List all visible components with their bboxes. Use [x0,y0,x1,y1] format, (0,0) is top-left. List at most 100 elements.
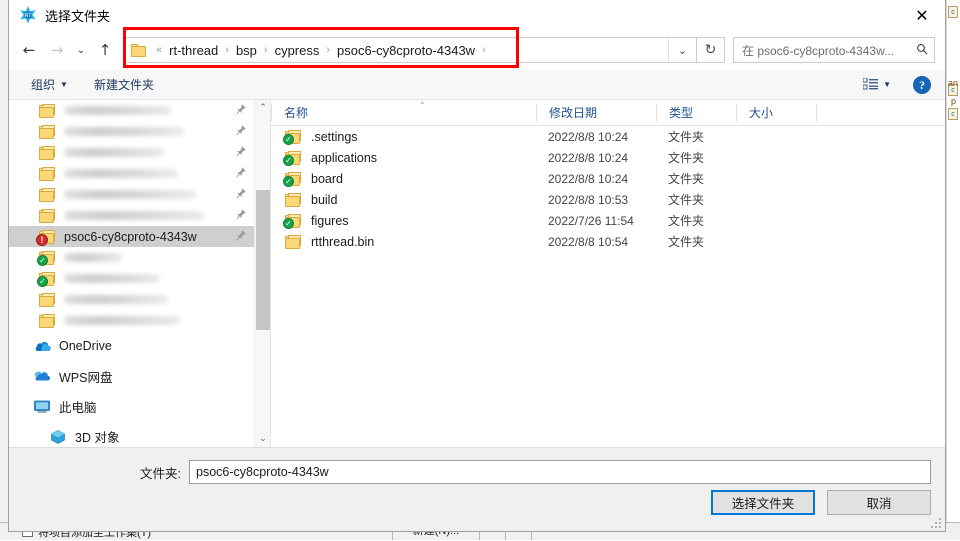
pin-icon[interactable] [235,104,246,117]
table-row[interactable]: ✓figures2022/7/26 11:54文件夹 [271,210,945,231]
redacted-label [64,316,180,325]
sidebar-item-redacted[interactable] [9,184,254,205]
breadcrumb-item-rt-thread[interactable]: rt-thread [167,41,220,60]
pin-icon[interactable] [235,125,246,138]
column-header-1[interactable]: 修改日期 [536,104,656,122]
search-input[interactable]: 在 psoc6-cy8cproto-4343w... [733,37,935,63]
column-header-0[interactable]: 名称 [271,104,536,122]
close-icon[interactable]: ✕ [899,0,945,30]
sidebar-item-psoc6-cy8cproto-4343w[interactable]: !psoc6-cy8cproto-4343w [9,226,254,247]
table-row[interactable]: rtthread.bin2022/8/8 10:54文件夹 [271,231,945,252]
folder-icon [39,314,56,328]
file-type-cell: 文件夹 [656,212,736,229]
3d-objects-icon [49,429,67,444]
redacted-label [64,106,172,115]
file-name-cell: rtthread.bin [271,235,536,249]
file-name-label: build [311,193,337,207]
sidebar-item-redacted[interactable] [9,163,254,184]
redacted-label [64,295,168,304]
file-type-cell: 文件夹 [656,128,736,145]
dialog-titlebar: RT 选择文件夹 ✕ [9,0,945,30]
back-button[interactable]: ← [15,36,43,64]
dialog-title: 选择文件夹 [45,6,110,25]
file-modified-cell: 2022/8/8 10:24 [536,172,656,186]
organize-button[interactable]: 组织 ▼ [23,73,76,96]
pin-icon[interactable] [235,146,246,159]
up-button[interactable]: ↑ [91,36,119,64]
pin-icon[interactable] [235,209,246,222]
view-mode-icon[interactable] [863,78,879,91]
chevron-right-icon[interactable]: › [259,44,273,56]
column-header-2[interactable]: 类型 [656,104,736,122]
column-header-3[interactable]: 大小 [736,104,816,122]
scroll-up-icon[interactable]: ⌃ [255,100,271,116]
recent-locations-button[interactable]: ⌄ [71,36,91,64]
sidebar-item-label: OneDrive [59,339,112,353]
folder-icon [39,188,56,202]
search-icon[interactable] [916,43,928,58]
file-type-cell: 文件夹 [656,233,736,250]
redacted-label [64,274,160,283]
sidebar-item-redacted[interactable] [9,100,254,121]
redacted-label [64,190,196,199]
navigation-pane-scrollbar[interactable]: ⌃ ⌄ [254,100,270,447]
redacted-label [64,148,164,157]
folder-icon [39,104,56,118]
view-mode-chevron-down-icon[interactable]: ▼ [883,80,891,89]
chevron-right-icon[interactable]: › [220,44,234,56]
chevron-right-icon[interactable]: › [477,44,491,56]
sidebar-item-wps-cloud[interactable]: WPS网盘 [9,361,254,391]
file-name-cell: ✓figures [271,214,536,228]
folder-name-input[interactable]: psoc6-cy8cproto-4343w [189,460,931,484]
search-placeholder: 在 psoc6-cy8cproto-4343w... [742,42,912,59]
sidebar-item-onedrive[interactable]: OneDrive [9,331,254,361]
file-modified-cell: 2022/8/8 10:53 [536,193,656,207]
sidebar-item-3d-objects[interactable]: 3D 对象 [9,421,254,447]
sidebar-item-redacted[interactable] [9,142,254,163]
synced-check-badge-icon: ✓ [37,255,48,266]
sidebar-item-redacted[interactable] [9,310,254,331]
resize-grip[interactable] [931,518,941,528]
address-bar[interactable]: « rt-thread › bsp › cypress › psoc6-cy8c… [125,37,697,63]
table-row[interactable]: ✓board2022/8/8 10:24文件夹 [271,168,945,189]
breadcrumb-item-bsp[interactable]: bsp [234,41,259,60]
sidebar-item-label: 3D 对象 [75,427,119,446]
scrollbar-thumb[interactable] [256,190,270,330]
sidebar-item-redacted[interactable] [9,121,254,142]
pin-icon[interactable] [235,167,246,180]
sidebar-item-this-pc[interactable]: 此电脑 [9,391,254,421]
refresh-icon[interactable]: ↻ [697,37,725,63]
dialog-body: !psoc6-cy8cproto-4343w ✓ ✓ OneDrive WPS网盘此电脑… [9,100,945,447]
help-icon[interactable]: ? [913,76,931,94]
sidebar-item-redacted[interactable]: ✓ [9,268,254,289]
select-folder-button[interactable]: 选择文件夹 [711,490,815,515]
folder-icon: ✓ [285,151,302,165]
sidebar-item-redacted[interactable]: ✓ [9,247,254,268]
synced-check-badge-icon: ✓ [283,176,294,187]
scroll-down-icon[interactable]: ⌄ [255,431,271,447]
breadcrumb-overflow-icon[interactable]: « [151,44,167,56]
background-text-snippet: p [951,96,956,106]
chevron-right-icon[interactable]: › [321,44,335,56]
table-row[interactable]: ✓.settings2022/8/8 10:24文件夹 [271,126,945,147]
breadcrumb-item-psoc6[interactable]: psoc6-cy8cproto-4343w [335,41,477,60]
folder-icon: ✓ [39,251,56,265]
file-name-cell: build [271,193,536,207]
dialog-toolbar: 组织 ▼ 新建文件夹 ▼ ? [9,70,945,100]
chevron-down-icon[interactable]: ⌄ [668,38,696,62]
table-row[interactable]: ✓applications2022/8/8 10:24文件夹 [271,147,945,168]
table-row[interactable]: build2022/8/8 10:53文件夹 [271,189,945,210]
folder-field-label: 文件夹: [9,463,189,482]
sidebar-item-redacted[interactable] [9,205,254,226]
folder-icon [39,167,56,181]
pin-icon[interactable] [235,230,246,243]
synced-check-badge-icon: ✓ [283,155,294,166]
new-folder-button[interactable]: 新建文件夹 [86,73,162,96]
pin-icon[interactable] [235,188,246,201]
folder-icon [39,293,56,307]
sidebar-item-redacted[interactable] [9,289,254,310]
footer-buttons: 选择文件夹 取消 [711,490,931,515]
cancel-button[interactable]: 取消 [827,490,931,515]
file-name-label: applications [311,151,377,165]
breadcrumb-item-cypress[interactable]: cypress [273,41,322,60]
